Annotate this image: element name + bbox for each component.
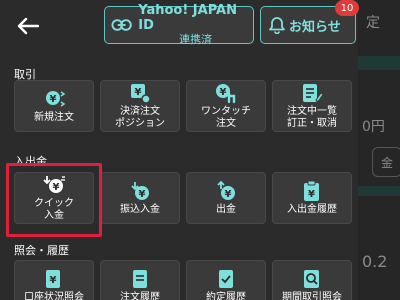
- yen-square-icon: ¥: [127, 82, 153, 104]
- tile-label: 新規注文: [34, 112, 74, 123]
- check-doc-icon: [213, 268, 239, 290]
- background-strip: [358, 186, 400, 196]
- tile-label: 口座状況照会: [24, 292, 84, 300]
- background-strip: [358, 56, 400, 70]
- history-clipboard-icon: ¥: [299, 180, 325, 202]
- menu-panel: Yahoo! JAPAN ID 連携済 お知らせ 10 取引 ¥ 新規注文 ¥: [0, 0, 359, 300]
- tile-settle-position[interactable]: ¥ 決済注文 ポジション: [100, 80, 180, 132]
- tile-label: 決済注文 ポジション: [115, 106, 165, 129]
- notifications-label: お知らせ: [289, 19, 341, 35]
- svg-text:¥: ¥: [220, 87, 227, 98]
- yen-down-icon: ¥: [127, 180, 153, 202]
- tile-label: 注文履歴: [120, 292, 160, 300]
- tile-order-history[interactable]: 注文履歴: [100, 260, 180, 300]
- yahoo-id-link-button[interactable]: Yahoo! JAPAN ID 連携済: [104, 2, 254, 46]
- svg-text:¥: ¥: [139, 189, 146, 200]
- tile-label: 約定履歴: [206, 292, 246, 300]
- search-doc-icon: [299, 268, 325, 290]
- tile-account-status[interactable]: ¥ 口座状況照会: [14, 260, 94, 300]
- svg-text:¥: ¥: [50, 94, 57, 105]
- tile-label: ワンタッチ 注文: [201, 106, 251, 129]
- highlight-box: [6, 163, 102, 237]
- arrow-left-icon: [17, 17, 39, 35]
- background-text: 定: [366, 15, 380, 31]
- svg-text:¥: ¥: [225, 189, 232, 200]
- tile-period-inquiry[interactable]: 期間取引照会: [272, 260, 352, 300]
- back-button[interactable]: [14, 12, 42, 40]
- tile-pending-orders[interactable]: 注文中一覧 訂正・取消: [272, 80, 352, 132]
- yen-cycle-icon: ¥: [41, 88, 67, 110]
- svg-text:¥: ¥: [50, 275, 57, 286]
- tile-deposit-history[interactable]: ¥ 入出金履歴: [272, 172, 352, 224]
- yen-touch-icon: ¥: [213, 82, 239, 104]
- tile-new-order[interactable]: ¥ 新規注文: [14, 80, 94, 132]
- background-button: 金: [372, 147, 400, 177]
- svg-text:¥: ¥: [135, 87, 142, 98]
- background-text: 0.2: [362, 252, 388, 271]
- yen-up-icon: ¥: [213, 180, 239, 202]
- background-text: 0円: [362, 119, 385, 135]
- notification-count-badge: 10: [335, 0, 359, 16]
- yen-doc-icon: ¥: [41, 268, 67, 290]
- background-app: 定 0円 金 0.2: [358, 0, 400, 300]
- tile-withdraw[interactable]: ¥ 出金: [186, 172, 266, 224]
- link-icon: [111, 19, 132, 31]
- yahoo-id-label: Yahoo! JAPAN ID: [138, 2, 237, 33]
- svg-text:¥: ¥: [308, 189, 315, 200]
- tile-label: 出金: [216, 204, 236, 215]
- list-edit-icon: [299, 82, 325, 104]
- tile-transfer-deposit[interactable]: ¥ 振込入金: [100, 172, 180, 224]
- section-title-inquiry: 照会・履歴: [14, 244, 69, 257]
- tile-label: 入出金履歴: [287, 204, 337, 215]
- tile-one-touch-order[interactable]: ¥ ワンタッチ 注文: [186, 80, 266, 132]
- tile-execution-history[interactable]: 約定履歴: [186, 260, 266, 300]
- doc-icon: [127, 268, 153, 290]
- yahoo-id-status: 連携済: [179, 32, 213, 46]
- bell-icon: [269, 17, 285, 34]
- tile-label: 振込入金: [120, 204, 160, 215]
- tile-label: 期間取引照会: [282, 292, 342, 300]
- tile-label: 注文中一覧 訂正・取消: [287, 106, 337, 129]
